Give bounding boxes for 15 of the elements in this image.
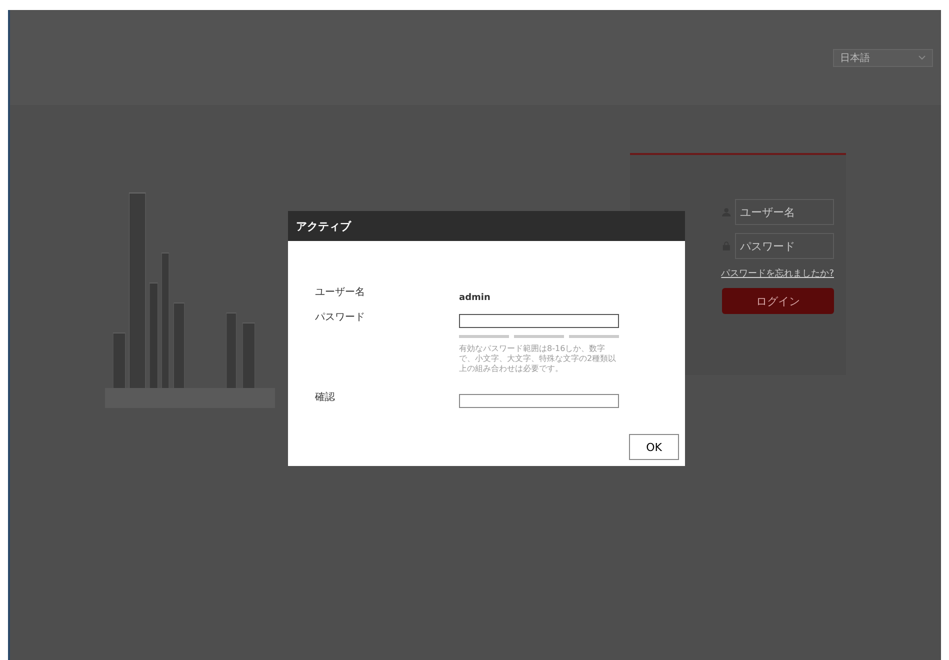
password-field[interactable]: パスワード: [734, 233, 834, 259]
login-button[interactable]: ログイン: [722, 288, 834, 314]
username-field[interactable]: ユーザー名: [734, 199, 834, 225]
dialog-title: アクティブ: [296, 218, 351, 234]
field-label: ユーザー名: [315, 286, 366, 300]
password-hint: 有効なパスワード範囲は8-16しか、数字で、小文字、大文字、特殊な文字の2種類以上の組み合わせは必要です。: [459, 344, 618, 374]
password-input[interactable]: [459, 314, 619, 328]
username-value: admin: [459, 293, 490, 303]
field-label: 確認: [315, 390, 336, 405]
chevron-down-icon: [918, 54, 926, 60]
field-label: パスワード: [315, 311, 366, 325]
confirm-input[interactable]: [459, 394, 619, 408]
language-select[interactable]: 日本語: [833, 48, 933, 66]
ok-button[interactable]: OK: [629, 434, 679, 460]
forgot-password-link[interactable]: パスワードを忘れましたか?: [721, 267, 834, 280]
